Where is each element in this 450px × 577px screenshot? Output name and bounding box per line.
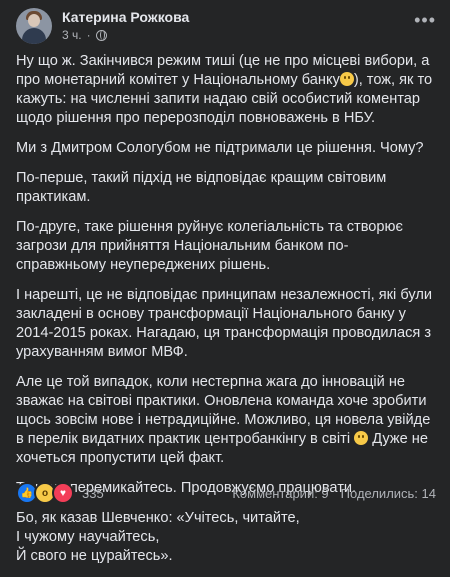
- post-paragraph: Але це той випадок, коли нестерпна жага …: [16, 373, 436, 468]
- post-time[interactable]: 3 ч.: [62, 28, 82, 42]
- globe-icon: [95, 29, 107, 41]
- post-header: Катерина Рожкова 3 ч. · •••: [16, 8, 436, 44]
- post-paragraph: І нарешті, це не відповідає принципам не…: [16, 287, 433, 360]
- comments-count[interactable]: Комментарии: 9: [232, 486, 328, 501]
- post-paragraph: По-друге, таке рішення руйнує колегіальн…: [16, 219, 403, 273]
- smile-emoji-icon: [339, 72, 354, 86]
- post-footer: 👍 o ♥ 335 Комментарии: 9 Поделились: 14: [16, 482, 436, 504]
- post-paragraph: Ми з Дмитром Сологубом не підтримали це …: [16, 140, 424, 156]
- reactions[interactable]: 👍 o ♥: [16, 482, 74, 504]
- post-paragraph: По-перше, такий підхід не відповідає кра…: [16, 170, 387, 205]
- shares-count[interactable]: Поделились: 14: [341, 486, 436, 501]
- avatar[interactable]: [16, 8, 52, 44]
- reaction-count[interactable]: 335: [82, 486, 104, 501]
- post-meta: 3 ч. ·: [62, 28, 107, 42]
- post-paragraph: Ну що ж. Закінчився режим тиші (це не пр…: [16, 52, 436, 128]
- author-name[interactable]: Катерина Рожкова: [62, 9, 189, 25]
- more-options-icon[interactable]: •••: [414, 10, 436, 31]
- post-paragraph: Бо, як казав Шевченко: «Учітесь, читайте…: [16, 510, 300, 564]
- meta-separator: ·: [86, 28, 91, 42]
- smile-emoji-icon: [354, 431, 369, 445]
- love-icon: ♥: [52, 482, 74, 504]
